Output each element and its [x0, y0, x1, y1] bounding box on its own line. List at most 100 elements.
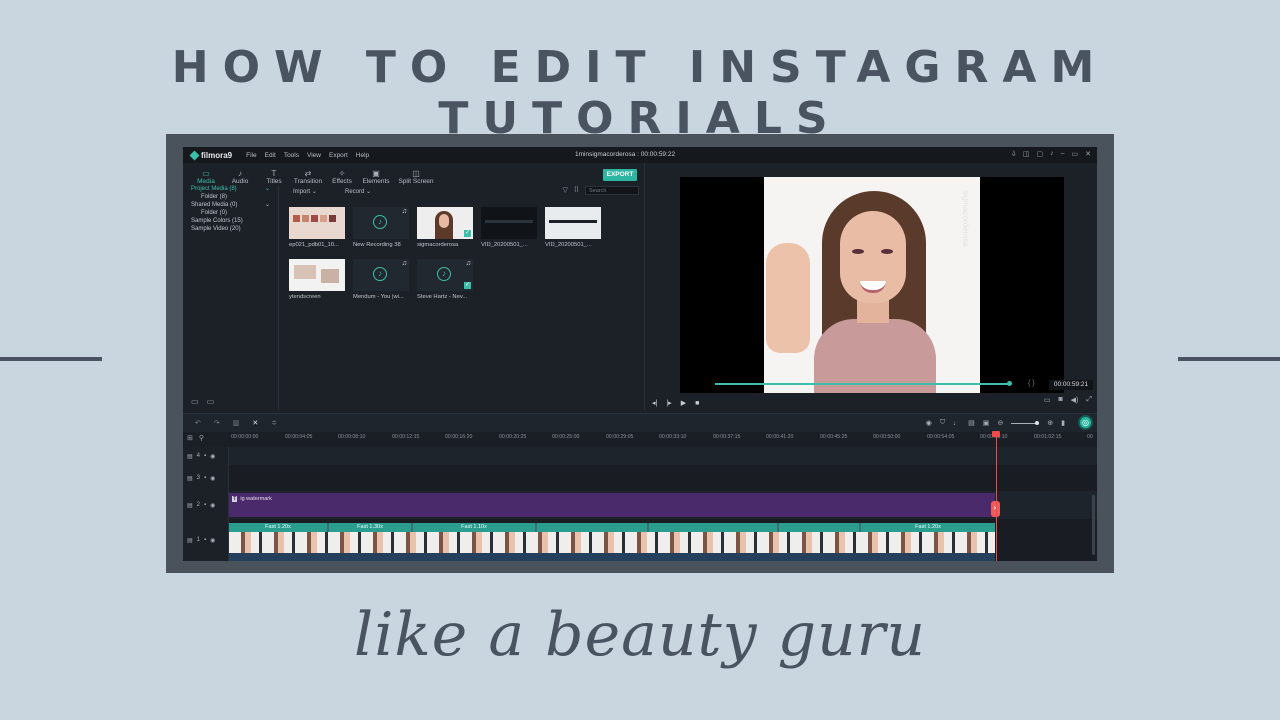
tab-elements[interactable]: ▣ Elements — [359, 169, 393, 185]
mic-icon[interactable]: ♪ — [1050, 150, 1054, 158]
undo-icon[interactable]: ↶ — [195, 419, 201, 427]
add-folder-icon[interactable]: ▭ — [207, 397, 215, 406]
adjust-icon[interactable]: ≑ — [271, 419, 277, 427]
menu-export[interactable]: Export — [329, 152, 348, 159]
speed-band[interactable] — [537, 523, 647, 532]
library-item-folder[interactable]: Folder (0) — [201, 209, 278, 217]
filter-icon[interactable]: ▽ — [562, 186, 567, 194]
voiceover-icon[interactable]: ♩ — [953, 420, 960, 427]
tab-transition[interactable]: ⇄ Transition — [291, 169, 325, 185]
mixer-icon[interactable]: ▤ — [968, 419, 975, 427]
eye-icon[interactable]: ◉ — [210, 475, 215, 482]
audio-badge-icon: ♫ — [401, 260, 407, 267]
volume-icon[interactable]: ◀) — [1071, 396, 1079, 404]
media-tile[interactable]: ytendscreen — [289, 259, 345, 300]
ruler-tick: 00:00:41:20 — [766, 434, 794, 440]
playhead-handle[interactable] — [992, 431, 1000, 437]
zoom-slider-knob[interactable] — [1035, 420, 1040, 425]
media-tile[interactable]: ✓ sigmacorderosa — [417, 207, 473, 248]
fullscreen-icon[interactable]: ⤢ — [1086, 396, 1092, 404]
maximize-icon[interactable]: ▭ — [1072, 150, 1079, 158]
zoom-slider[interactable] — [1011, 420, 1040, 425]
menu-edit[interactable]: Edit — [265, 152, 276, 159]
video-player[interactable]: sigmacorderosa — [680, 177, 1064, 393]
tab-effects[interactable]: ✧ Effects — [325, 169, 359, 185]
playback-scrubber[interactable] — [715, 381, 1012, 386]
speed-band[interactable]: Fast 1.20x — [861, 523, 995, 532]
minimize-icon[interactable]: – — [1061, 150, 1065, 158]
step-back-icon[interactable]: |▸ — [666, 399, 671, 407]
speed-band[interactable]: Fast 1.20x — [229, 523, 327, 532]
link-icon[interactable]: ⚲ — [199, 434, 204, 442]
scrubber-knob[interactable] — [1007, 381, 1012, 386]
cart-icon[interactable]: ▢ — [1036, 150, 1043, 158]
track-row-3[interactable] — [229, 465, 1097, 491]
menu-view[interactable]: View — [307, 152, 321, 159]
marker-icon[interactable]: ⛉ — [940, 419, 945, 427]
search-input[interactable]: Search — [585, 186, 639, 195]
snapshot-timeline-icon[interactable]: ▣ — [983, 419, 990, 427]
zoom-out-icon[interactable]: ⊖ — [997, 419, 1003, 427]
playhead[interactable] — [996, 433, 997, 561]
tab-split-screen[interactable]: ◫ Split Screen — [393, 169, 439, 185]
record-dropdown[interactable]: Record ⌄ — [345, 188, 393, 195]
export-button[interactable]: EXPORT — [603, 169, 637, 181]
import-dropdown[interactable]: Import ⌄ — [293, 188, 341, 195]
tab-media[interactable]: ▭ Media — [189, 169, 223, 185]
speed-band[interactable]: Fast 1.30x — [329, 523, 411, 532]
lock-icon[interactable]: ▪ — [204, 502, 206, 508]
account-icon[interactable]: ⍙ — [1012, 150, 1016, 158]
media-tile[interactable]: ep021_pdb01_10... — [289, 207, 345, 248]
library-item-folder[interactable]: Folder (8) — [201, 193, 278, 201]
media-tile[interactable]: VID_20200501_... — [545, 207, 601, 248]
library-item-sample-video[interactable]: Sample Video (20) — [191, 225, 278, 233]
cut-icon[interactable]: ✕ — [252, 419, 258, 427]
track-row-1[interactable]: Fast 1.20x Fast 1.30x Fast 1.10x Fast 1.… — [229, 519, 1097, 561]
speed-band[interactable] — [779, 523, 859, 532]
speed-band[interactable] — [649, 523, 777, 532]
previous-frame-icon[interactable]: ◂| — [652, 399, 657, 407]
mark-in-out-icon[interactable]: { } — [1028, 380, 1035, 387]
eye-icon[interactable]: ◉ — [210, 453, 215, 460]
close-icon[interactable]: ✕ — [1085, 150, 1091, 158]
library-item-sample-colors[interactable]: Sample Colors (15) — [191, 217, 278, 225]
tab-titles[interactable]: T Titles — [257, 169, 291, 185]
add-track-icon[interactable]: ⊞ — [187, 434, 193, 442]
library-item-shared-media[interactable]: Shared Media (0) ⌄ — [191, 201, 278, 209]
library-item-project-media[interactable]: Project Media (8) ⌄ — [191, 185, 278, 193]
delete-icon[interactable]: ▥ — [233, 419, 240, 427]
tab-audio[interactable]: ♪ Audio — [223, 169, 257, 185]
media-tile[interactable]: ♪ ♫ Mendum - You |wi... — [353, 259, 409, 300]
eye-icon[interactable]: ◉ — [210, 537, 215, 544]
eye-icon[interactable]: ◉ — [210, 502, 215, 509]
lock-icon[interactable]: ▪ — [204, 475, 206, 481]
stop-icon[interactable]: ■ — [695, 400, 699, 407]
media-tile[interactable]: ♪ ♫ ✓ Steve Hartz - Nev... — [417, 259, 473, 300]
render-icon[interactable]: ▭ — [1044, 396, 1051, 404]
notification-icon[interactable]: ◫ — [1023, 150, 1030, 158]
lock-icon[interactable]: ▪ — [204, 453, 206, 459]
play-icon[interactable]: ▶ — [681, 399, 686, 407]
video-clip-strip[interactable]: Fast 1.20x Fast 1.30x Fast 1.10x Fast 1.… — [229, 523, 995, 561]
grid-view-icon[interactable]: ⠿ — [574, 186, 579, 194]
media-tile[interactable]: VID_20200501_... — [481, 207, 537, 248]
zoom-in-icon[interactable]: ⊕ — [1047, 419, 1053, 427]
track-row-2[interactable]: Tig watermark — [229, 491, 1097, 519]
redo-icon[interactable]: ↷ — [214, 419, 220, 427]
render-preview-icon[interactable]: ◉ — [926, 419, 932, 427]
snapshot-icon[interactable]: ◙ — [1058, 396, 1062, 404]
fit-icon[interactable]: ▮ — [1061, 419, 1065, 427]
timeline-fit-button[interactable]: ◎ — [1078, 415, 1093, 430]
speed-band[interactable]: Fast 1.10x — [413, 523, 535, 532]
new-folder-icon[interactable]: ▭ — [191, 397, 199, 406]
media-tile[interactable]: ♪ ♫ New Recording 38 — [353, 207, 409, 248]
menu-file[interactable]: File — [246, 152, 256, 159]
timeline-ruler[interactable]: ⊞ ⚲ 00:00:00:00 00:00:04:05 00:00:08:10 … — [183, 432, 1097, 447]
menu-tools[interactable]: Tools — [284, 152, 299, 159]
preview-tools: ▭ ◙ ◀) ⤢ — [1044, 396, 1092, 404]
lock-icon[interactable]: ▪ — [204, 537, 206, 543]
track-row-4[interactable] — [229, 447, 1097, 465]
watermark-clip[interactable]: Tig watermark — [229, 493, 995, 517]
timeline-scrollbar[interactable] — [1092, 495, 1095, 555]
menu-help[interactable]: Help — [356, 152, 369, 159]
